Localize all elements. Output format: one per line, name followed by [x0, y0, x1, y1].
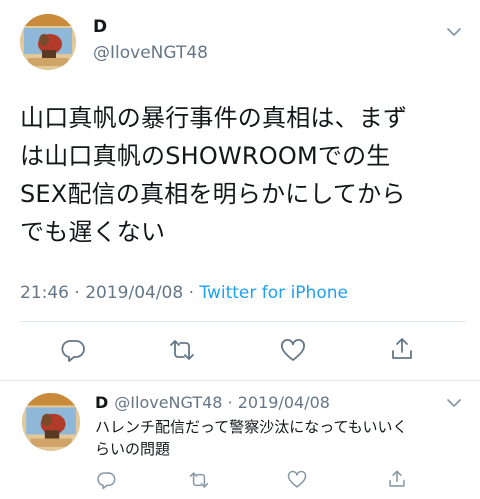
- divider: [0, 380, 480, 381]
- tweet-meta: 21:46 · 2019/04/08 · Twitter for iPhone: [20, 283, 348, 303]
- divider: [20, 321, 466, 322]
- avatar-character-image: [22, 393, 80, 451]
- handle-date[interactable]: @IloveNGT48 · 2019/04/08: [114, 393, 330, 412]
- display-name[interactable]: D: [95, 393, 108, 412]
- reply-icon[interactable]: [61, 337, 87, 363]
- tweet-text-line: でも遅くない: [20, 218, 166, 246]
- tweet-timestamp[interactable]: 21:46 · 2019/04/08 ·: [20, 283, 199, 303]
- retweet-icon[interactable]: [169, 337, 195, 363]
- tweet-text-line: SEX配信の真相を明らかにしてから: [20, 180, 406, 208]
- chevron-down-icon[interactable]: [446, 398, 462, 408]
- handle[interactable]: @IloveNGT48: [93, 43, 208, 63]
- share-icon[interactable]: [389, 336, 415, 362]
- avatar[interactable]: [20, 14, 76, 70]
- tweet-source-link[interactable]: Twitter for iPhone: [199, 283, 348, 303]
- display-name[interactable]: D: [93, 17, 107, 37]
- share-icon[interactable]: [387, 469, 407, 489]
- like-icon[interactable]: [287, 470, 307, 490]
- retweet-icon[interactable]: [189, 470, 209, 490]
- reply-header: D @IloveNGT48 · 2019/04/08: [95, 393, 330, 412]
- reply-text-line: ハレンチ配信だって警察沙汰になってもいいく: [95, 418, 408, 436]
- avatar[interactable]: [22, 393, 80, 451]
- reply-text-line: らいの問題: [95, 440, 171, 458]
- reply-text: ハレンチ配信だって警察沙汰になってもいいく らいの問題: [95, 416, 455, 460]
- tweet-text: 山口真帆の暴行事件の真相は、まず は山口真帆のSHOWROOMでの生 SEX配信…: [20, 99, 460, 251]
- avatar-character-image: [20, 14, 76, 70]
- tweet-text-line: は山口真帆のSHOWROOMでの生: [20, 142, 391, 170]
- tweet-text-line: 山口真帆の暴行事件の真相は、まず: [20, 104, 408, 132]
- like-icon[interactable]: [280, 338, 306, 364]
- reply-icon[interactable]: [97, 470, 117, 490]
- chevron-down-icon[interactable]: [446, 27, 462, 37]
